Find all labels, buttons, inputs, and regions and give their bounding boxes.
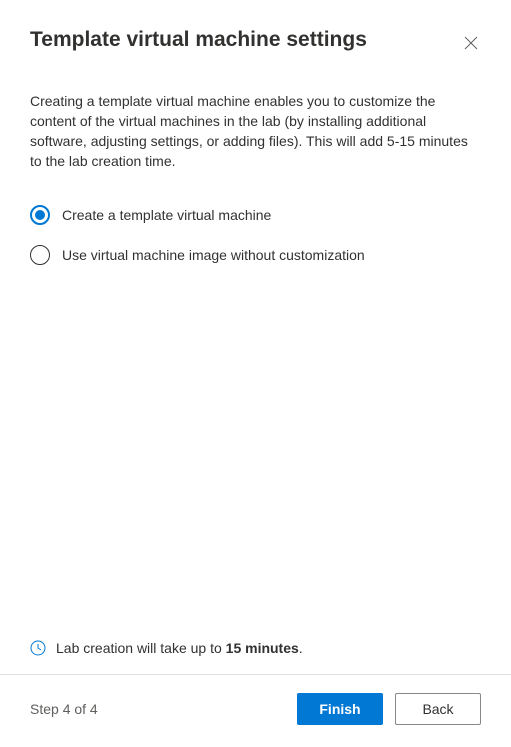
clock-icon	[30, 640, 46, 656]
info-duration: 15 minutes	[226, 640, 299, 656]
finish-button[interactable]: Finish	[297, 693, 383, 725]
step-indicator: Step 4 of 4	[30, 701, 98, 717]
back-button[interactable]: Back	[395, 693, 481, 725]
template-vm-settings-dialog: Template virtual machine settings Creati…	[0, 0, 511, 747]
close-icon	[464, 36, 478, 50]
info-prefix: Lab creation will take up to	[56, 640, 226, 656]
spacer	[30, 265, 481, 640]
info-suffix: .	[299, 640, 303, 656]
dialog-header: Template virtual machine settings	[30, 28, 481, 53]
dialog-description: Creating a template virtual machine enab…	[30, 91, 481, 171]
radio-create-template[interactable]: Create a template virtual machine	[30, 205, 481, 225]
dialog-footer: Step 4 of 4 Finish Back	[0, 674, 511, 747]
info-row: Lab creation will take up to 15 minutes.	[30, 640, 481, 674]
info-text: Lab creation will take up to 15 minutes.	[56, 640, 303, 656]
radio-indicator	[30, 205, 50, 225]
radio-no-customization[interactable]: Use virtual machine image without custom…	[30, 245, 481, 265]
radio-indicator	[30, 245, 50, 265]
radio-label: Use virtual machine image without custom…	[62, 247, 365, 263]
radio-dot-icon	[35, 210, 45, 220]
footer-buttons: Finish Back	[297, 693, 481, 725]
close-button[interactable]	[461, 33, 481, 53]
dialog-title: Template virtual machine settings	[30, 28, 367, 52]
radio-label: Create a template virtual machine	[62, 207, 271, 223]
template-option-group: Create a template virtual machine Use vi…	[30, 205, 481, 265]
